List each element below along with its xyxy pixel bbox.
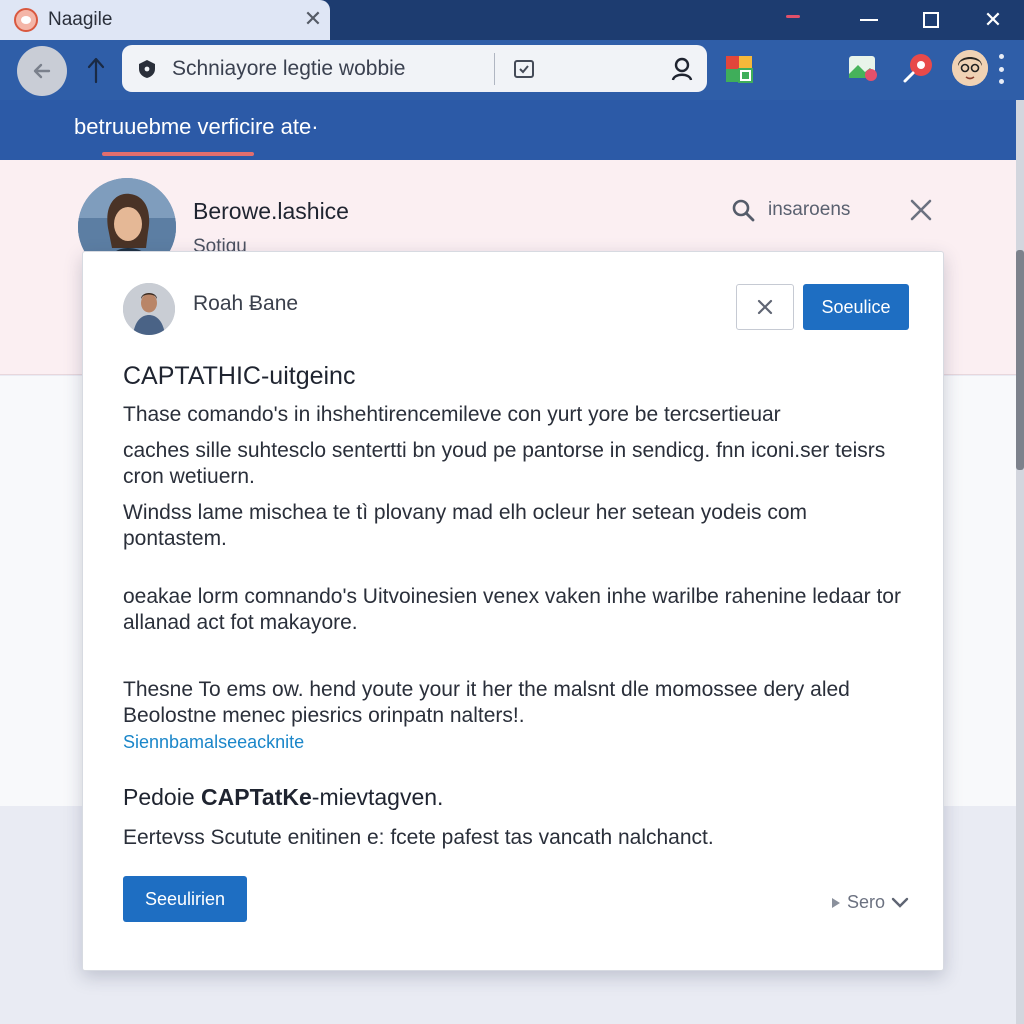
- window-indicator-icon: [786, 15, 800, 18]
- close-icon: [757, 299, 773, 315]
- forward-button[interactable]: [80, 52, 112, 88]
- dialog-avatar-image: [123, 283, 175, 335]
- dialog-paragraph: Thesne To ems ow. hend youte your it her…: [123, 678, 850, 727]
- maximize-icon: [923, 12, 939, 28]
- close-window-button[interactable]: ✕: [962, 0, 1024, 40]
- dialog-close-button[interactable]: [736, 284, 794, 330]
- dialog-user-name: Roah Ƀane: [193, 292, 299, 315]
- dialog-submit-button[interactable]: Seeulirien: [123, 876, 247, 922]
- title-bar: Naagile ✕ ✕: [0, 0, 1024, 40]
- dialog-primary-button[interactable]: Soeulice: [803, 284, 909, 330]
- play-icon: [832, 897, 840, 908]
- profile-avatar[interactable]: [952, 50, 988, 86]
- subheading-prefix: Pedoie: [123, 784, 202, 810]
- search-icon[interactable]: [730, 197, 756, 223]
- search-icon[interactable]: [668, 55, 696, 83]
- avatar-face-icon: [952, 50, 988, 86]
- dialog-avatar: [123, 283, 175, 335]
- minimize-icon: [860, 19, 878, 21]
- search-label[interactable]: insaroens: [768, 199, 850, 221]
- close-icon[interactable]: [905, 194, 937, 226]
- scrollbar[interactable]: [1016, 100, 1024, 1024]
- browser-toolbar: Schniayore legtie wobbie: [0, 40, 1024, 100]
- window-controls: ✕: [838, 0, 1024, 40]
- puzzle-extension-icon[interactable]: [722, 50, 758, 86]
- captcha-dialog: Roah Ƀane Soeulice CAPTATHIC-uitgeinc Th…: [82, 251, 944, 971]
- image-extension-icon[interactable]: [846, 50, 880, 84]
- dialog-paragraph: Thase comando's in ihshehtirencemileve c…: [123, 403, 781, 426]
- chevron-down-icon: [891, 897, 909, 908]
- dialog-subheading: Pedoie CAPTatKe-mievtagven.: [123, 784, 443, 811]
- maximize-button[interactable]: [900, 0, 962, 40]
- page-header: betruuebme verficire ate·: [0, 100, 1016, 160]
- lock-icon: [139, 60, 155, 78]
- page-title: betruuebme verficire ate·: [74, 114, 319, 139]
- address-bar[interactable]: Schniayore legtie wobbie: [122, 45, 707, 92]
- active-tab-indicator: [102, 152, 254, 156]
- forward-arrow-icon: [87, 57, 105, 84]
- address-divider: [494, 53, 495, 85]
- scrollbar-thumb[interactable]: [1016, 250, 1024, 470]
- address-text[interactable]: Schniayore legtie wobbie: [172, 57, 405, 81]
- back-button[interactable]: [17, 46, 67, 96]
- dialog-paragraph: Windss lame mischea te tì plovany mad el…: [123, 501, 807, 550]
- dialog-heading: CAPTATHIC-uitgeinc: [123, 362, 356, 390]
- dialog-paragraph: oeakae lorm comnando's Uitvoinesien vene…: [123, 585, 901, 634]
- tab-title: Naagile: [48, 9, 113, 30]
- dialog-footer-paragraph: Eertevss Scutute enitinen e: fcete pafes…: [123, 826, 714, 849]
- pin-extension-icon[interactable]: [900, 50, 936, 86]
- dialog-paragraph: caches sille suhtesclo sentertti bn youd…: [123, 439, 886, 488]
- subheading-bold: CAPTatKe: [201, 784, 312, 810]
- tab-close-icon[interactable]: ✕: [300, 6, 326, 32]
- minimize-button[interactable]: [838, 0, 900, 40]
- subheading-suffix: -mievtagven.: [311, 784, 444, 810]
- back-arrow-icon: [33, 63, 51, 79]
- kebab-menu-icon[interactable]: [996, 54, 1006, 84]
- more-label: Sero: [847, 892, 886, 912]
- bookmark-icon[interactable]: [512, 57, 536, 81]
- profile-name: Berowe.lashice: [193, 198, 349, 224]
- favicon-icon: [14, 8, 38, 32]
- dialog-link[interactable]: Siennbamalseeacknite: [123, 732, 304, 753]
- dialog-more-dropdown[interactable]: Sero: [831, 892, 909, 913]
- browser-tab[interactable]: Naagile ✕: [0, 0, 330, 40]
